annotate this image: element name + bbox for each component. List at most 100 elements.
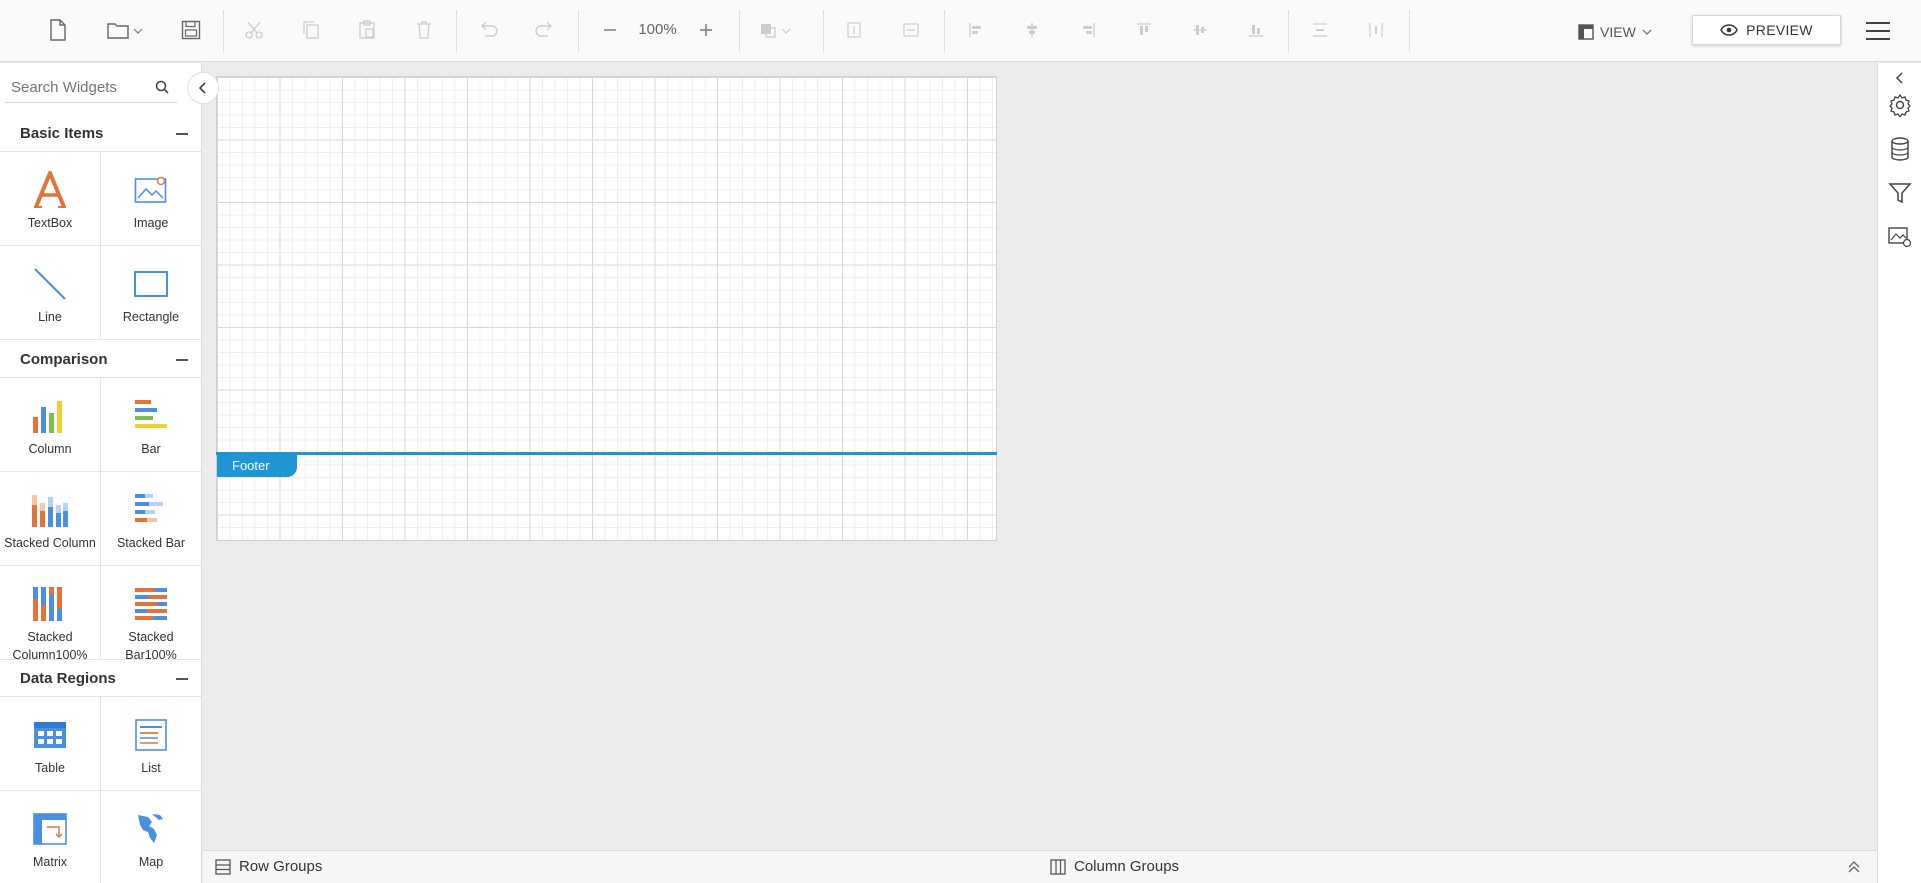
- properties-sidebar: [1877, 63, 1921, 883]
- align-left-icon[interactable]: [960, 14, 992, 46]
- widget-table[interactable]: Table: [0, 697, 101, 791]
- section-basic-items[interactable]: Basic Items: [0, 115, 201, 152]
- search-widgets-box: [5, 73, 177, 103]
- delete-icon[interactable]: [408, 14, 440, 46]
- collapse-panel-button[interactable]: [187, 72, 219, 104]
- double-chevron-up-icon[interactable]: [1848, 860, 1860, 879]
- search-icon[interactable]: [155, 80, 169, 94]
- widget-column[interactable]: Column: [0, 378, 101, 472]
- align-middle-icon[interactable]: [1184, 14, 1216, 46]
- widget-stacked-column[interactable]: Stacked Column: [0, 472, 101, 566]
- collapse-minus-icon[interactable]: [176, 133, 188, 135]
- section-comparison[interactable]: Comparison: [0, 341, 201, 378]
- table-icon: [0, 715, 100, 755]
- image-settings-icon[interactable]: [1878, 217, 1921, 257]
- column-groups-button[interactable]: Column Groups: [1050, 858, 1179, 875]
- align-center-icon[interactable]: [1016, 14, 1048, 46]
- widget-label: Line: [38, 310, 62, 324]
- save-icon[interactable]: [175, 14, 207, 46]
- section-data-regions[interactable]: Data Regions: [0, 660, 201, 697]
- widget-stacked-bar100[interactable]: Stacked Bar100%: [101, 566, 201, 662]
- widgets-panel: Basic Items TextBox Image Line Rectangle…: [0, 63, 202, 883]
- view-dropdown[interactable]: VIEW: [1578, 22, 1652, 42]
- zoom-level[interactable]: 100%: [630, 21, 685, 38]
- matrix-icon: [0, 809, 100, 849]
- redo-icon[interactable]: [529, 14, 561, 46]
- widget-bar[interactable]: Bar: [101, 378, 201, 472]
- stacked-bar100-icon: [101, 584, 201, 624]
- widget-image[interactable]: Image: [101, 152, 201, 246]
- settings-icon[interactable]: [1878, 85, 1921, 125]
- align-right-icon[interactable]: [1072, 14, 1104, 46]
- distribute-vertical-icon[interactable]: [1304, 14, 1336, 46]
- filter-icon[interactable]: [1878, 173, 1921, 213]
- widget-label: Image: [133, 216, 169, 230]
- arrange-dropdown-icon[interactable]: [755, 14, 799, 46]
- grouping-bar: Row Groups Column Groups: [203, 850, 1877, 883]
- section-title: Comparison: [20, 351, 108, 368]
- open-folder-icon[interactable]: [106, 14, 146, 46]
- widget-label: Column: [28, 442, 72, 456]
- search-input[interactable]: [5, 73, 145, 101]
- align-vertical-icon[interactable]: [838, 14, 870, 46]
- view-label: VIEW: [1600, 24, 1636, 40]
- chevron-left-icon: [198, 82, 206, 94]
- image-icon: [101, 170, 201, 210]
- textbox-icon: [0, 170, 100, 210]
- widget-matrix[interactable]: Matrix: [0, 791, 101, 883]
- widget-stacked-column100[interactable]: Stacked Column100%: [0, 566, 101, 662]
- align-horizontal-icon[interactable]: [895, 14, 927, 46]
- collapse-minus-icon[interactable]: [176, 678, 188, 680]
- preview-label: PREVIEW: [1746, 22, 1813, 38]
- widget-rectangle[interactable]: Rectangle: [101, 246, 201, 340]
- widget-textbox[interactable]: TextBox: [0, 152, 101, 246]
- zoom-in-icon[interactable]: [690, 14, 722, 46]
- align-bottom-icon[interactable]: [1240, 14, 1272, 46]
- design-canvas[interactable]: [216, 76, 997, 541]
- widget-line[interactable]: Line: [0, 246, 101, 340]
- list-icon: [101, 715, 201, 755]
- chevron-down-icon: [1642, 29, 1652, 35]
- column-groups-icon: [1050, 858, 1066, 875]
- footer-divider[interactable]: [216, 452, 997, 455]
- rectangle-icon: [101, 264, 201, 304]
- stacked-bar-icon: [101, 490, 201, 530]
- widget-label: Stacked Bar: [116, 536, 186, 550]
- widget-list[interactable]: List: [101, 697, 201, 791]
- zoom-out-icon[interactable]: [594, 14, 626, 46]
- layout-icon: [1578, 24, 1594, 40]
- widget-label: Rectangle: [122, 310, 180, 324]
- distribute-horizontal-icon[interactable]: [1360, 14, 1392, 46]
- align-top-icon[interactable]: [1128, 14, 1160, 46]
- widget-label: Table: [35, 761, 65, 775]
- stacked-column100-icon: [0, 584, 100, 624]
- collapse-minus-icon[interactable]: [176, 359, 188, 361]
- widget-label: Map: [138, 855, 164, 869]
- row-groups-button[interactable]: Row Groups: [215, 858, 322, 875]
- widget-map[interactable]: Map: [101, 791, 201, 883]
- column-groups-label: Column Groups: [1074, 858, 1180, 875]
- footer-tab[interactable]: Footer: [217, 455, 297, 477]
- paste-icon[interactable]: [351, 14, 383, 46]
- undo-icon[interactable]: [472, 14, 504, 46]
- section-title: Basic Items: [20, 125, 104, 142]
- widget-label: List: [141, 761, 161, 775]
- widget-label: Stacked Bar100%: [125, 630, 177, 662]
- main-toolbar: 100% VIEW PREVIEW: [0, 0, 1921, 62]
- line-icon: [0, 264, 100, 304]
- preview-button[interactable]: PREVIEW: [1692, 15, 1841, 45]
- row-groups-icon: [215, 858, 231, 875]
- new-file-icon[interactable]: [42, 14, 74, 46]
- chevron-left-icon: [1895, 72, 1903, 84]
- copy-icon[interactable]: [295, 14, 327, 46]
- row-groups-label: Row Groups: [239, 858, 323, 875]
- widget-label: Stacked Column100%: [12, 630, 88, 662]
- section-title: Data Regions: [20, 670, 116, 687]
- database-icon[interactable]: [1878, 129, 1921, 169]
- cut-icon[interactable]: [238, 14, 270, 46]
- widget-label: Matrix: [32, 855, 68, 869]
- menu-icon[interactable]: [1864, 18, 1892, 44]
- widget-stacked-bar[interactable]: Stacked Bar: [101, 472, 201, 566]
- column-chart-icon: [0, 396, 100, 436]
- widget-label: TextBox: [27, 216, 73, 230]
